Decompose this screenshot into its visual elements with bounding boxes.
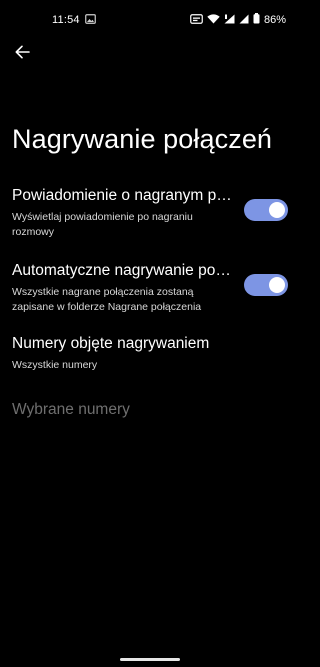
recorded-call-notification-toggle[interactable] <box>244 199 288 221</box>
toggle-knob <box>269 202 285 218</box>
call-recording-settings-screen: 11:54 86% Nagrywanie połączeń Powiadomie… <box>0 0 300 667</box>
toggle-knob <box>269 277 285 293</box>
wifi-icon <box>207 13 220 27</box>
battery-percentage: 86% <box>263 14 286 26</box>
setting-summary: Wszystkie numery <box>12 359 98 371</box>
setting-summary: Wyświetlaj powiadomienie po nagraniu roz… <box>12 211 193 238</box>
setting-title: Powiadomienie o nagranym poł.. <box>12 187 234 204</box>
signal-icon <box>224 14 235 27</box>
page-title: Nagrywanie połączeń <box>12 124 273 154</box>
call-recording-indicator-icon <box>190 13 203 27</box>
status-right: 86% <box>190 13 286 27</box>
setting-selected-numbers: Wybrane numery <box>12 400 288 422</box>
status-bar: 11:54 86% <box>0 0 300 40</box>
signal-secondary-icon <box>239 14 249 27</box>
setting-automatic-recording[interactable]: Automatyczne nagrywanie połą.. Wszystkie… <box>12 261 288 313</box>
setting-summary: Wszystkie nagrane połączenia zostaną zap… <box>12 286 202 313</box>
image-notification-icon <box>84 13 96 27</box>
status-time: 11:54 <box>52 14 80 26</box>
setting-title: Numery objęte nagrywaniem <box>12 335 210 352</box>
arrow-back-icon <box>14 44 30 65</box>
setting-recorded-call-notification[interactable]: Powiadomienie o nagranym poł.. Wyświetla… <box>12 186 288 238</box>
home-indicator[interactable] <box>120 658 180 661</box>
automatic-recording-toggle[interactable] <box>244 274 288 296</box>
back-button[interactable] <box>10 42 34 66</box>
status-left: 11:54 <box>52 13 96 27</box>
setting-numbers-to-record[interactable]: Numery objęte nagrywaniem Wszystkie nume… <box>12 334 288 372</box>
battery-icon <box>253 13 260 27</box>
setting-title: Automatyczne nagrywanie połą.. <box>12 262 234 279</box>
setting-title: Wybrane numery <box>12 401 130 418</box>
